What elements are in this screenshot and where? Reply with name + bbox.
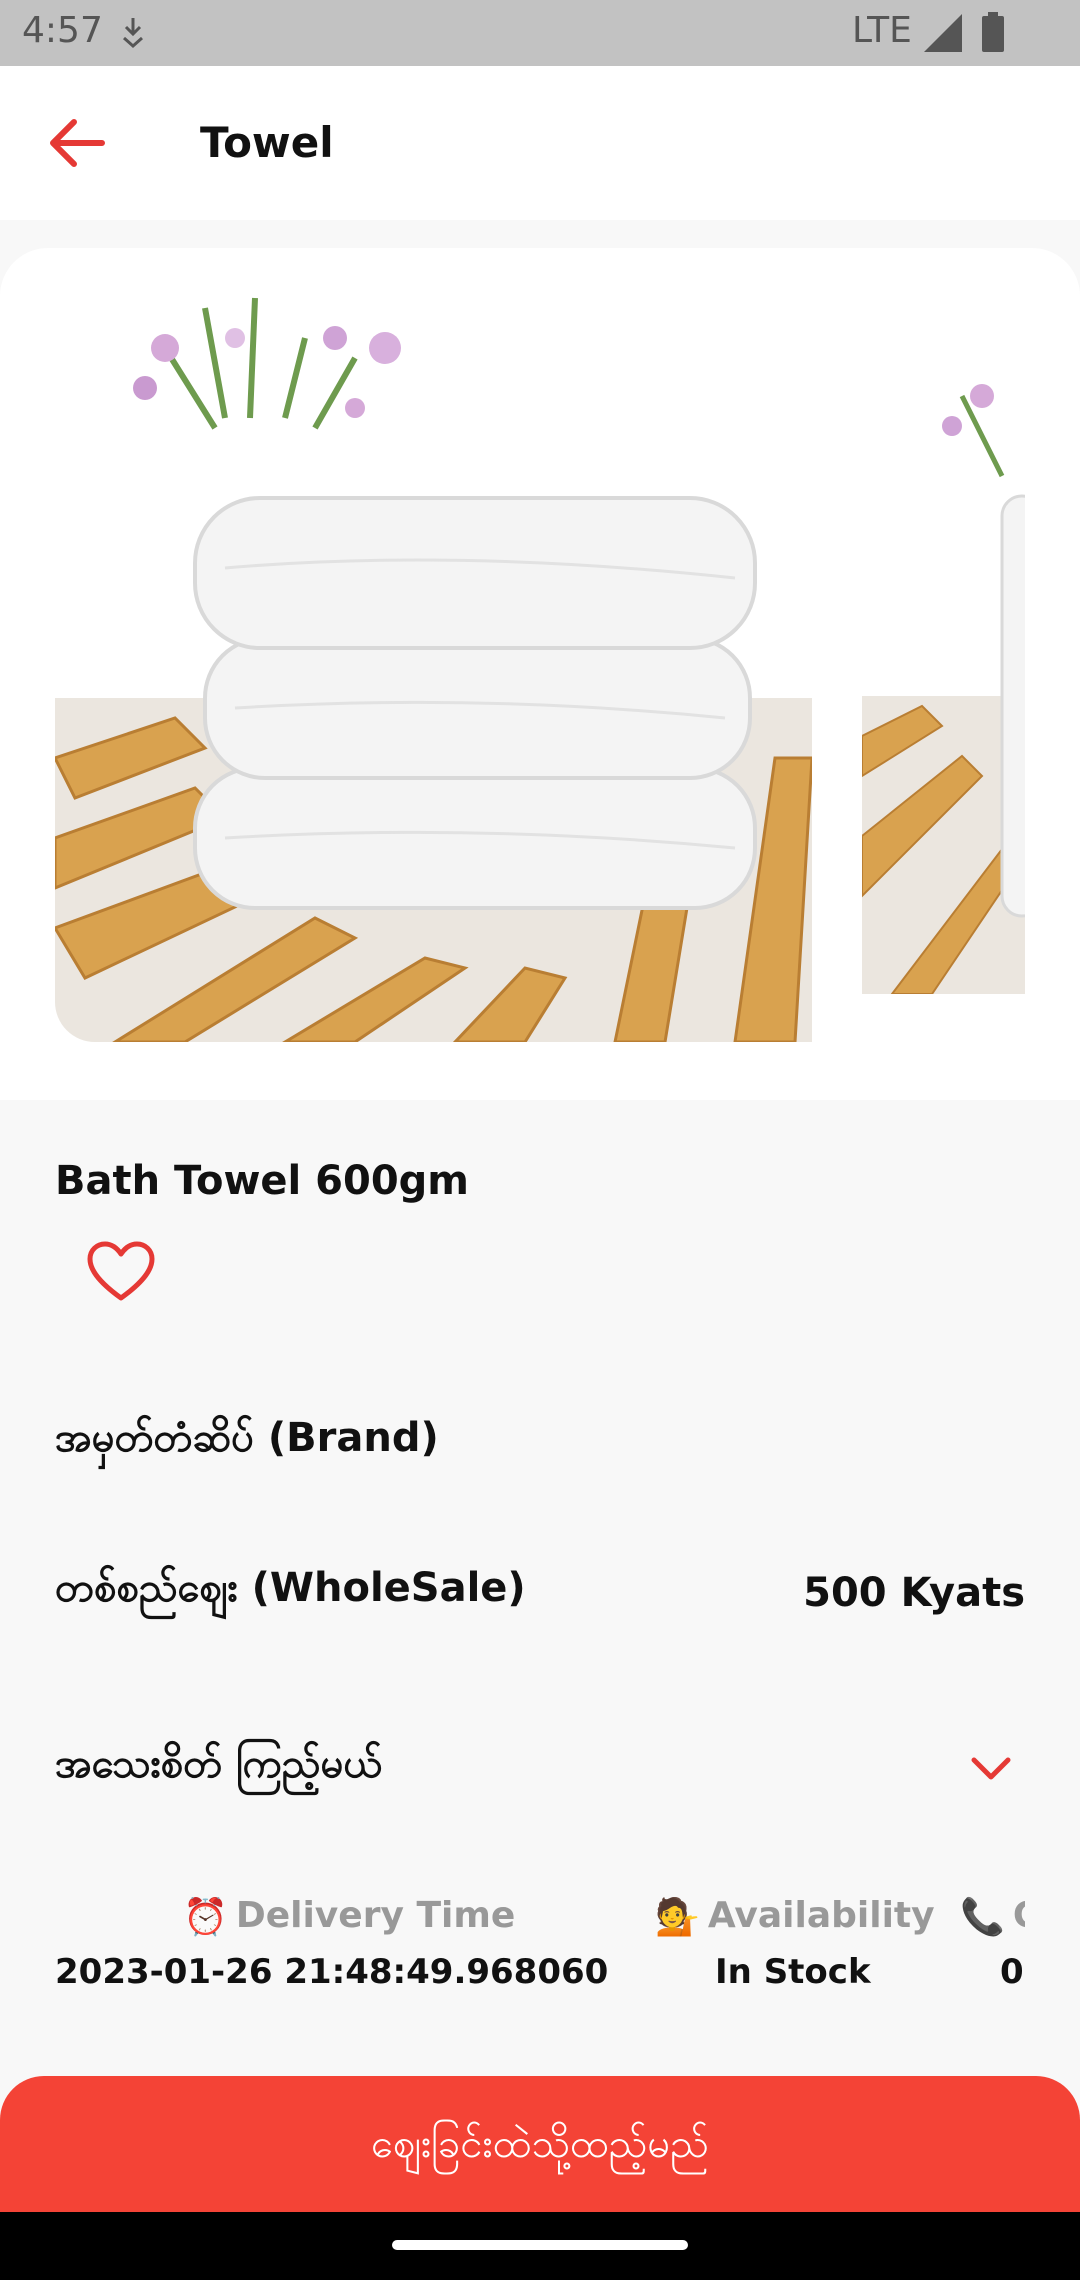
battery-icon	[982, 12, 1004, 52]
download-indicator-icon	[123, 18, 143, 49]
contact-info: 📞C 0	[960, 1895, 1025, 1992]
contact-label: C	[1013, 1895, 1025, 1936]
availability-label: Availability	[707, 1895, 935, 1936]
network-type: LTE	[852, 10, 912, 51]
wholesale-label: တစ်စည်ဈေး (WholeSale)	[55, 1565, 526, 1611]
status-time: 4:57	[22, 10, 103, 51]
delivery-info: ⏰ Delivery Time 2023-01-26 21:48:49.96806…	[55, 1895, 608, 1992]
availability-value: In Stock	[715, 1952, 871, 1992]
info-strip[interactable]: ⏰ Delivery Time 2023-01-26 21:48:49.96806…	[55, 1895, 1025, 2015]
person-tipping-hand-icon: 💁	[655, 1897, 700, 1938]
delivery-value: 2023-01-26 21:48:49.968060	[55, 1952, 609, 1992]
brand-label: အမှတ်တံဆိပ် (Brand)	[55, 1415, 439, 1461]
signal-icon	[924, 14, 962, 52]
app-bar: Towel	[0, 66, 1080, 220]
alarm-clock-icon: ⏰	[183, 1897, 228, 1938]
image-gallery[interactable]	[0, 248, 1080, 1100]
details-toggle-label[interactable]: အသေးစိတ် ကြည့်မယ်	[55, 1738, 382, 1797]
phone-icon: 📞	[960, 1897, 1005, 1938]
product-image[interactable]	[55, 278, 812, 1042]
product-name: Bath Towel 600gm	[55, 1158, 469, 1204]
heart-icon[interactable]	[86, 1240, 156, 1304]
product-image-secondary[interactable]	[862, 376, 1025, 994]
back-arrow-icon[interactable]	[40, 106, 114, 180]
chevron-down-icon[interactable]	[966, 1746, 1016, 1790]
home-gesture-handle[interactable]	[392, 2240, 688, 2250]
availability-info: 💁 Availability In Stock	[655, 1895, 935, 1992]
wholesale-price: 500 Kyats	[803, 1570, 1025, 1616]
delivery-label: Delivery Time	[235, 1895, 516, 1936]
page-title: Towel	[200, 118, 334, 167]
contact-value: 0	[1000, 1952, 1024, 1992]
status-bar: 4:57 LTE	[0, 0, 1080, 66]
add-to-cart-button[interactable]: ဈေးခြင်းထဲသို့ထည့်မည်	[0, 2076, 1080, 2212]
